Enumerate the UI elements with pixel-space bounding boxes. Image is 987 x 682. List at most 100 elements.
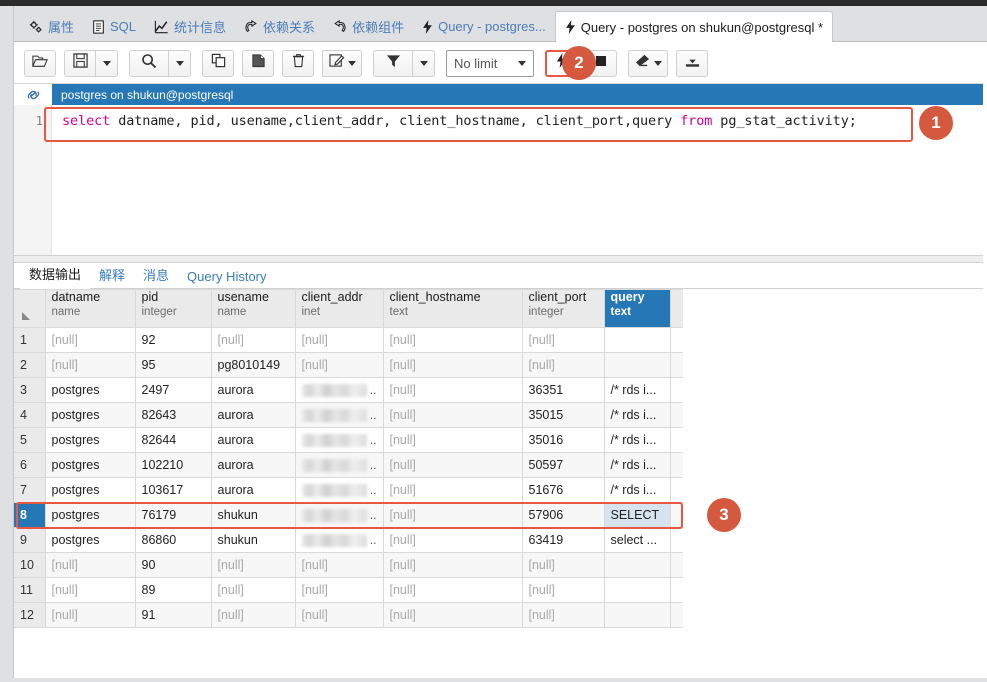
cell-query[interactable] [604, 552, 671, 578]
tab-properties[interactable]: 属性 [20, 12, 83, 41]
cell-pid[interactable]: 76179 [135, 502, 212, 528]
column-header-query[interactable]: query text [604, 289, 671, 328]
cell-client-port[interactable]: 50597 [522, 452, 605, 478]
table-row[interactable]: 2 [null] 95 pg8010149 [null] [null] [null] [14, 352, 683, 378]
row-number-cell[interactable]: 10 [14, 552, 46, 578]
cell-datname[interactable]: [null] [45, 352, 136, 378]
sql-text-input[interactable]: select datname, pid, usename,client_addr… [52, 105, 983, 255]
cell-client-hostname[interactable]: [null] [383, 377, 523, 403]
cell-pid[interactable]: 2497 [135, 377, 212, 403]
open-file-button[interactable] [24, 49, 56, 77]
edit-button[interactable] [322, 49, 362, 77]
cell-pid[interactable]: 102210 [135, 452, 212, 478]
cell-client-addr[interactable]: [null] [295, 577, 384, 603]
cell-pid[interactable]: 90 [135, 552, 212, 578]
cell-pid[interactable]: 103617 [135, 477, 212, 503]
cell-usename[interactable]: [null] [211, 602, 296, 628]
cell-client-hostname[interactable]: [null] [383, 452, 523, 478]
row-number-cell[interactable]: 12 [14, 602, 46, 628]
cell-datname[interactable]: postgres [45, 502, 136, 528]
cell-datname[interactable]: [null] [45, 552, 136, 578]
cell-client-port[interactable]: 36351 [522, 377, 605, 403]
row-number-cell[interactable]: 5 [14, 427, 46, 453]
cell-client-addr[interactable]: [null] [295, 602, 384, 628]
cell-usename[interactable]: [null] [211, 552, 296, 578]
cell-usename[interactable]: pg8010149 [211, 352, 296, 378]
cell-query[interactable] [604, 352, 671, 378]
cell-client-hostname[interactable]: [null] [383, 552, 523, 578]
tab-data-output[interactable]: 数据输出 [20, 264, 91, 289]
table-row[interactable]: 6 postgres 102210 aurora.. [null] 50597/* rds… [14, 452, 683, 478]
paste-button[interactable] [242, 49, 274, 77]
column-header-usename[interactable]: usename name [211, 289, 296, 328]
cell-query[interactable] [604, 327, 671, 353]
cell-client-port[interactable]: [null] [522, 327, 605, 353]
cell-usename[interactable]: aurora [211, 452, 296, 478]
cell-client-addr[interactable]: .. [295, 427, 384, 453]
cell-usename[interactable]: [null] [211, 577, 296, 603]
table-row[interactable]: 9 postgres 86860 shukun.. [null] 63419 select … [14, 527, 683, 553]
cell-pid[interactable]: 82644 [135, 427, 212, 453]
connection-status-bar[interactable]: postgres on shukun@postgresql [52, 84, 983, 105]
cell-query[interactable]: /* rds i... [604, 427, 671, 453]
cell-client-addr[interactable]: .. [295, 502, 384, 528]
row-number-cell[interactable]: 7 [14, 477, 46, 503]
cell-usename[interactable]: [null] [211, 327, 296, 353]
cell-query[interactable]: select ... [604, 527, 671, 553]
cell-client-hostname[interactable]: [null] [383, 402, 523, 428]
cell-datname[interactable]: postgres [45, 377, 136, 403]
column-header-client-port[interactable]: client_port integer [522, 289, 605, 328]
row-number-cell[interactable]: 4 [14, 402, 46, 428]
cell-client-port[interactable]: 35016 [522, 427, 605, 453]
cell-client-addr[interactable]: .. [295, 402, 384, 428]
cell-datname[interactable]: postgres [45, 452, 136, 478]
cell-client-hostname[interactable]: [null] [383, 527, 523, 553]
cell-datname[interactable]: postgres [45, 427, 136, 453]
row-limit-select[interactable]: No limit [446, 49, 534, 77]
cell-datname[interactable]: postgres [45, 402, 136, 428]
clear-query-button[interactable] [628, 49, 668, 77]
cell-client-addr[interactable]: [null] [295, 352, 384, 378]
cell-usename[interactable]: aurora [211, 402, 296, 428]
grid-corner-selector[interactable] [14, 289, 46, 328]
table-row[interactable]: 3 postgres 2497 aurora.. [null] 36351/* rds i… [14, 377, 683, 403]
tab-explain[interactable]: 解释 [90, 265, 134, 288]
cell-query[interactable] [604, 602, 671, 628]
save-file-dropdown[interactable] [96, 49, 118, 77]
column-header-datname[interactable]: datname name [45, 289, 136, 328]
cell-client-port[interactable]: 35015 [522, 402, 605, 428]
table-row[interactable]: 11 [null] 89 [null] [null] [null] [null] [14, 577, 683, 603]
row-number-cell[interactable]: 3 [14, 377, 46, 403]
cell-client-addr[interactable]: [null] [295, 327, 384, 353]
cell-usename[interactable]: shukun [211, 502, 296, 528]
cell-client-hostname[interactable]: [null] [383, 427, 523, 453]
copy-button[interactable] [202, 49, 234, 77]
cell-client-hostname[interactable]: [null] [383, 502, 523, 528]
tab-messages[interactable]: 消息 [134, 265, 178, 288]
delete-button[interactable] [282, 49, 314, 77]
row-number-cell[interactable]: 1 [14, 327, 46, 353]
row-number-cell[interactable]: 11 [14, 577, 46, 603]
cell-pid[interactable]: 86860 [135, 527, 212, 553]
cell-client-port[interactable]: [null] [522, 577, 605, 603]
table-row[interactable]: 1 [null] 92 [null] [null] [null] [null] [14, 327, 683, 353]
column-header-pid[interactable]: pid integer [135, 289, 212, 328]
cell-client-hostname[interactable]: [null] [383, 477, 523, 503]
find-dropdown[interactable] [169, 49, 191, 77]
cell-usename[interactable]: shukun [211, 527, 296, 553]
cell-client-addr[interactable]: .. [295, 452, 384, 478]
cell-query[interactable]: /* rds i... [604, 452, 671, 478]
cell-client-port[interactable]: [null] [522, 352, 605, 378]
column-header-client-addr[interactable]: client_addr inet [295, 289, 384, 328]
cell-client-port[interactable]: 57906 [522, 502, 605, 528]
cell-client-hostname[interactable]: [null] [383, 602, 523, 628]
panel-splitter[interactable] [14, 255, 983, 263]
cell-client-hostname[interactable]: [null] [383, 352, 523, 378]
cell-pid[interactable]: 92 [135, 327, 212, 353]
cell-pid[interactable]: 89 [135, 577, 212, 603]
column-header-client-hostname[interactable]: client_hostname text [383, 289, 523, 328]
tab-statistics[interactable]: 统计信息 [145, 12, 235, 41]
find-button[interactable] [129, 49, 169, 77]
tab-query-2-active[interactable]: Query - postgres on shukun@postgresql * [554, 11, 833, 42]
cell-query[interactable]: SELECT [604, 502, 671, 528]
